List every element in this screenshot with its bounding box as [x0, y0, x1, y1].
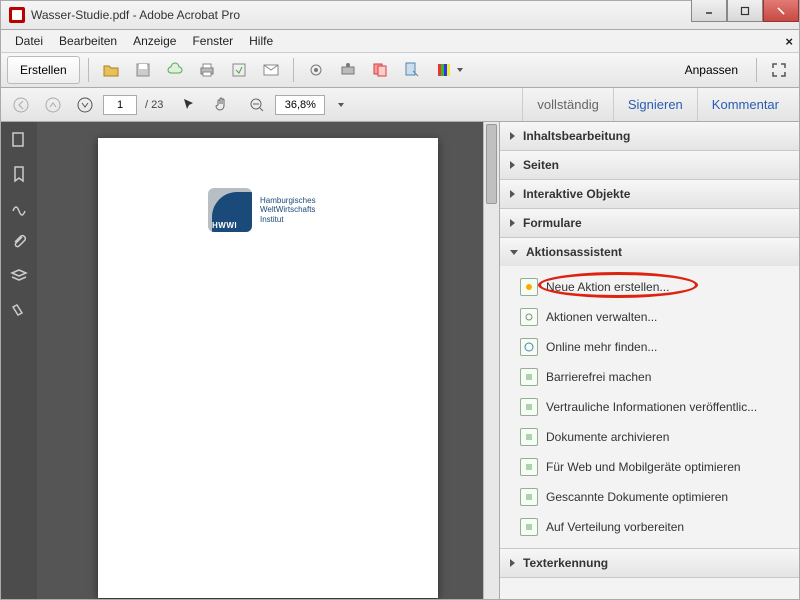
- tab-sign[interactable]: Signieren: [613, 88, 697, 121]
- logo-block: HWWI Hamburgisches WeltWirtschafts Insti…: [208, 188, 316, 232]
- menu-window[interactable]: Fenster: [184, 32, 241, 50]
- action-distribute[interactable]: Auf Verteilung vorbereiten: [500, 512, 799, 542]
- window-title: Wasser-Studie.pdf - Adobe Acrobat Pro: [31, 8, 240, 22]
- page-number-input[interactable]: [103, 95, 137, 115]
- print-button[interactable]: [193, 56, 221, 84]
- action-icon: [520, 308, 538, 326]
- action-wizard-body: Neue Aktion erstellen... Aktionen verwal…: [500, 266, 799, 548]
- fullscreen-button[interactable]: [765, 56, 793, 84]
- action-confidential[interactable]: Vertrauliche Informationen veröffentlic.…: [500, 392, 799, 422]
- action-icon: [520, 278, 538, 296]
- hand-tool-button[interactable]: [207, 91, 235, 119]
- share-button[interactable]: [225, 56, 253, 84]
- menu-edit[interactable]: Bearbeiten: [51, 32, 125, 50]
- menu-bar: Datei Bearbeiten Anzeige Fenster Hilfe ×: [0, 30, 800, 52]
- email-button[interactable]: [257, 56, 285, 84]
- combine-button[interactable]: [366, 56, 394, 84]
- logo-text: Hamburgisches WeltWirtschafts Institut: [260, 196, 316, 225]
- checklist-icon: [520, 368, 538, 386]
- checklist-icon: [520, 458, 538, 476]
- save-button[interactable]: [129, 56, 157, 84]
- menu-view[interactable]: Anzeige: [125, 32, 184, 50]
- action-manage[interactable]: Aktionen verwalten...: [500, 302, 799, 332]
- signature-icon[interactable]: [9, 198, 29, 218]
- menu-help[interactable]: Hilfe: [241, 32, 281, 50]
- main-toolbar: A Erstellen Anpassen: [0, 52, 800, 88]
- tools-panel: Inhaltsbearbeitung Seiten Interaktive Ob…: [499, 122, 799, 599]
- action-optimize-scan[interactable]: Gescannte Dokumente optimieren: [500, 482, 799, 512]
- tab-full[interactable]: vollständig: [522, 88, 612, 121]
- customize-label: Anpassen: [685, 63, 738, 77]
- maximize-button[interactable]: [727, 0, 763, 22]
- left-nav-strip: [1, 122, 37, 599]
- document-viewport[interactable]: HWWI Hamburgisches WeltWirtschafts Insti…: [37, 122, 499, 599]
- page-total-label: / 23: [145, 99, 163, 111]
- checklist-icon: [520, 428, 538, 446]
- zoom-input[interactable]: [275, 95, 325, 115]
- attachments-icon[interactable]: [9, 232, 29, 252]
- section-interactive-objects[interactable]: Interaktive Objekte: [500, 180, 799, 208]
- menu-file[interactable]: Datei: [7, 32, 51, 50]
- app-icon: [9, 7, 25, 23]
- logo-mark: HWWI: [208, 188, 252, 232]
- create-label: Erstellen: [20, 63, 67, 77]
- edit-button[interactable]: [398, 56, 426, 84]
- action-optimize-web[interactable]: Für Web und Mobilgeräte optimieren: [500, 452, 799, 482]
- pdf-page: HWWI Hamburgisches WeltWirtschafts Insti…: [98, 138, 438, 598]
- select-tool-button[interactable]: [175, 91, 203, 119]
- checklist-icon: [520, 398, 538, 416]
- tags-icon[interactable]: [9, 300, 29, 320]
- action-create-new[interactable]: Neue Aktion erstellen...: [500, 272, 799, 302]
- section-action-wizard[interactable]: Aktionsassistent: [500, 238, 799, 266]
- color-button[interactable]: [430, 56, 468, 84]
- zoom-out-button[interactable]: [243, 91, 271, 119]
- customize-button[interactable]: Anpassen: [679, 63, 748, 77]
- first-page-button[interactable]: [7, 91, 35, 119]
- menubar-close-icon[interactable]: ×: [785, 34, 793, 49]
- thumbnails-icon[interactable]: [9, 130, 29, 150]
- right-tabs: vollständig Signieren Kommentar: [522, 88, 793, 121]
- action-icon: [520, 338, 538, 356]
- zoom-dropdown-button[interactable]: [329, 91, 349, 119]
- stamp-button[interactable]: [334, 56, 362, 84]
- next-page-button[interactable]: [71, 91, 99, 119]
- scrollbar-thumb[interactable]: [486, 124, 497, 204]
- section-ocr[interactable]: Texterkennung: [500, 549, 799, 577]
- page-nav-toolbar: / 23 vollständig Signieren Kommentar: [0, 88, 800, 122]
- action-archive[interactable]: Dokumente archivieren: [500, 422, 799, 452]
- gear-button[interactable]: [302, 56, 330, 84]
- layers-icon[interactable]: [9, 266, 29, 286]
- prev-page-button[interactable]: [39, 91, 67, 119]
- scrollbar-vertical[interactable]: [483, 122, 499, 599]
- window-controls: [691, 0, 799, 22]
- bookmarks-icon[interactable]: [9, 164, 29, 184]
- close-button[interactable]: [763, 0, 799, 22]
- logo-abbrev: HWWI: [212, 221, 237, 230]
- checklist-icon: [520, 518, 538, 536]
- minimize-button[interactable]: [691, 0, 727, 22]
- section-pages[interactable]: Seiten: [500, 151, 799, 179]
- tab-comment[interactable]: Kommentar: [697, 88, 793, 121]
- main-area: HWWI Hamburgisches WeltWirtschafts Insti…: [0, 122, 800, 600]
- open-button[interactable]: [97, 56, 125, 84]
- section-content-editing[interactable]: Inhaltsbearbeitung: [500, 122, 799, 150]
- cloud-button[interactable]: [161, 56, 189, 84]
- checklist-icon: [520, 488, 538, 506]
- create-button[interactable]: A Erstellen: [7, 56, 80, 84]
- action-find-online[interactable]: Online mehr finden...: [500, 332, 799, 362]
- section-forms[interactable]: Formulare: [500, 209, 799, 237]
- action-accessible[interactable]: Barrierefrei machen: [500, 362, 799, 392]
- window-titlebar: Wasser-Studie.pdf - Adobe Acrobat Pro: [0, 0, 800, 30]
